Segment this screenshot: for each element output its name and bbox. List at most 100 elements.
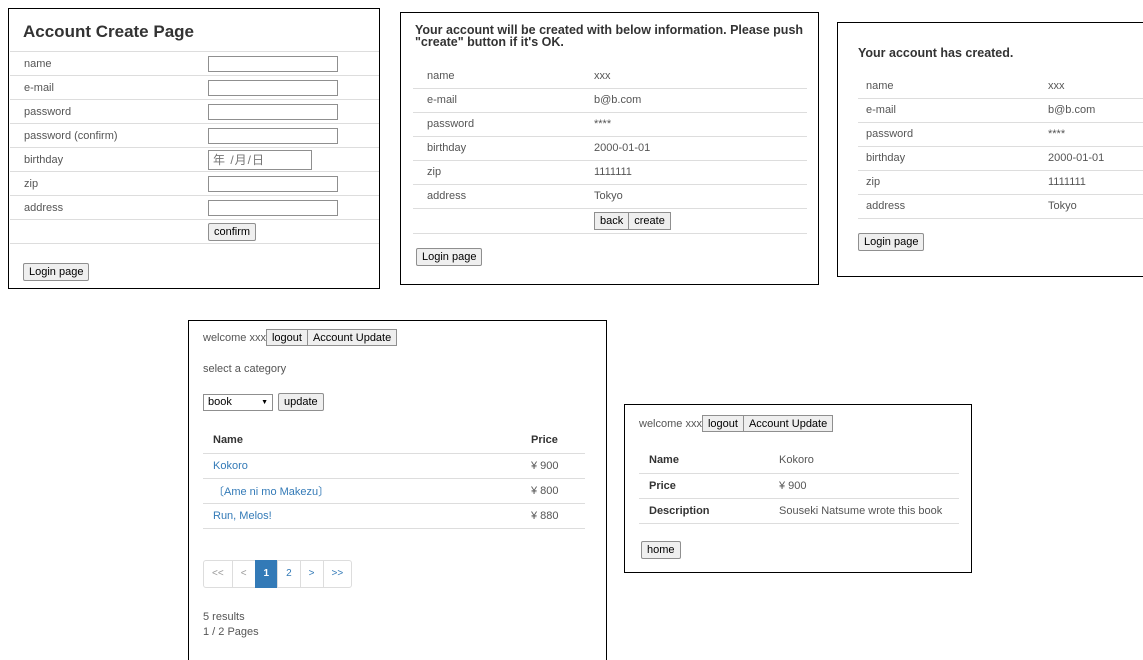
detail-row: Name Kokoro xyxy=(639,448,959,474)
confirm-actions: back create xyxy=(413,208,807,234)
welcome-bar: welcome xxx logout Account Update xyxy=(203,329,398,346)
update-button[interactable]: update xyxy=(278,393,324,411)
password-confirm-field[interactable] xyxy=(208,127,338,144)
created-row: e-mail b@b.com xyxy=(858,98,1143,123)
price-header: Price xyxy=(521,428,585,454)
category-selected: book xyxy=(208,396,232,408)
row-value: Tokyo xyxy=(1048,194,1143,219)
row-label: password xyxy=(413,112,594,137)
confirm-row: address Tokyo xyxy=(413,184,807,209)
detail-row: Price ¥ 900 xyxy=(639,473,959,499)
form-row-name: name xyxy=(10,51,379,76)
logout-button[interactable]: logout xyxy=(701,415,744,432)
row-value: xxx xyxy=(1048,74,1143,99)
confirm-row: birthday 2000-01-01 xyxy=(413,136,807,161)
confirm-button-group: back create xyxy=(594,211,671,230)
page-1[interactable]: 1 xyxy=(254,560,279,588)
detail-label: Name xyxy=(639,448,769,474)
home-button[interactable]: home xyxy=(641,541,681,559)
user-button-group: logout Account Update xyxy=(701,415,834,432)
created-row: name xxx xyxy=(858,74,1143,99)
field-label: name xyxy=(10,51,208,76)
page-prev[interactable]: < xyxy=(231,560,256,588)
row-value: **** xyxy=(594,112,807,137)
row-label: birthday xyxy=(413,136,594,161)
created-row: zip 1111111 xyxy=(858,170,1143,195)
confirm-table: name xxx e-mail b@b.com password **** birth… xyxy=(413,64,807,234)
pagination: << < 1 2 > >> xyxy=(203,560,353,588)
form-row-password: password xyxy=(10,99,379,124)
book-link[interactable]: Run, Melos! xyxy=(213,510,272,522)
row-label: birthday xyxy=(858,146,1048,171)
category-label: select a category xyxy=(203,363,287,375)
login-page-button[interactable]: Login page xyxy=(858,233,925,251)
zip-field[interactable] xyxy=(208,175,338,192)
book-detail-panel: welcome xxx logout Account Update Name Ko… xyxy=(624,404,972,573)
row-value: 2000-01-01 xyxy=(594,136,807,161)
row-value: Tokyo xyxy=(594,184,807,209)
create-button[interactable]: create xyxy=(629,211,671,230)
book-list-panel: welcome xxx logout Account Update select… xyxy=(188,320,607,660)
confirm-message: Your account will be created with below … xyxy=(415,23,804,49)
form-row-email: e-mail xyxy=(10,75,379,100)
category-select[interactable]: book ▼ xyxy=(203,393,273,411)
row-value: b@b.com xyxy=(594,88,807,113)
row-label: address xyxy=(858,194,1048,219)
confirm-row: e-mail b@b.com xyxy=(413,88,807,113)
book-price: ¥ 900 xyxy=(521,453,585,479)
field-label: birthday xyxy=(10,147,208,172)
detail-label: Price xyxy=(639,473,769,499)
back-button[interactable]: back xyxy=(594,211,630,230)
confirm-row: name xxx xyxy=(413,64,807,89)
page-last[interactable]: >> xyxy=(322,560,353,588)
logout-button[interactable]: logout xyxy=(265,329,308,346)
login-page-button[interactable]: Login page xyxy=(416,248,483,266)
detail-row: Description Souseki Natsume wrote this bo… xyxy=(639,498,959,524)
field-label: address xyxy=(10,195,208,220)
book-table: Name Price Kokoro ¥ 900 〔Ame ni mo Makez… xyxy=(203,428,585,529)
book-link[interactable]: Kokoro xyxy=(213,460,248,472)
form-row-birthday: birthday xyxy=(10,147,379,172)
name-field[interactable] xyxy=(208,55,338,72)
birthday-field[interactable] xyxy=(208,149,312,170)
row-value: b@b.com xyxy=(1048,98,1143,123)
field-label: e-mail xyxy=(10,75,208,100)
address-field[interactable] xyxy=(208,199,338,216)
confirm-row: zip 1111111 xyxy=(413,160,807,185)
page-first[interactable]: << xyxy=(203,560,233,588)
created-message: Your account has created. xyxy=(858,46,1014,60)
page-next[interactable]: > xyxy=(299,560,324,588)
row-label: name xyxy=(858,74,1048,99)
account-update-button[interactable]: Account Update xyxy=(307,329,398,346)
results-summary: 5 results 1 / 2 Pages xyxy=(203,610,259,640)
row-value: 2000-01-01 xyxy=(1048,146,1143,171)
created-table: name xxx e-mail b@b.com password **** birth… xyxy=(858,74,1143,219)
row-value: 1111111 xyxy=(1048,170,1143,195)
confirm-button[interactable]: confirm xyxy=(208,222,257,241)
row-label: address xyxy=(413,184,594,209)
field-label: zip xyxy=(10,171,208,196)
account-created-panel: Your account has created. name xxx e-mail… xyxy=(837,22,1143,277)
row-label: zip xyxy=(413,160,594,185)
field-label: password (confirm) xyxy=(10,123,208,148)
account-update-button[interactable]: Account Update xyxy=(743,415,834,432)
row-value: 1111111 xyxy=(594,160,807,185)
row-label: zip xyxy=(858,170,1048,195)
book-link[interactable]: 〔Ame ni mo Makezu〕 xyxy=(213,486,329,498)
form-row-password-confirm: password (confirm) xyxy=(10,123,379,148)
page-2[interactable]: 2 xyxy=(277,560,301,588)
created-row: birthday 2000-01-01 xyxy=(858,146,1143,171)
table-header: Name Price xyxy=(203,428,585,454)
book-price: ¥ 800 xyxy=(521,478,585,504)
detail-label: Description xyxy=(639,498,769,524)
form-row-zip: zip xyxy=(10,171,379,196)
password-field[interactable] xyxy=(208,103,338,120)
row-label: password xyxy=(858,122,1048,147)
row-value: xxx xyxy=(594,64,807,89)
table-row: Kokoro ¥ 900 xyxy=(203,453,585,479)
login-page-button[interactable]: Login page xyxy=(23,263,90,281)
row-label: e-mail xyxy=(858,98,1048,123)
email-field[interactable] xyxy=(208,79,338,96)
detail-value: ¥ 900 xyxy=(769,473,959,499)
welcome-text: welcome xxx xyxy=(639,417,702,430)
